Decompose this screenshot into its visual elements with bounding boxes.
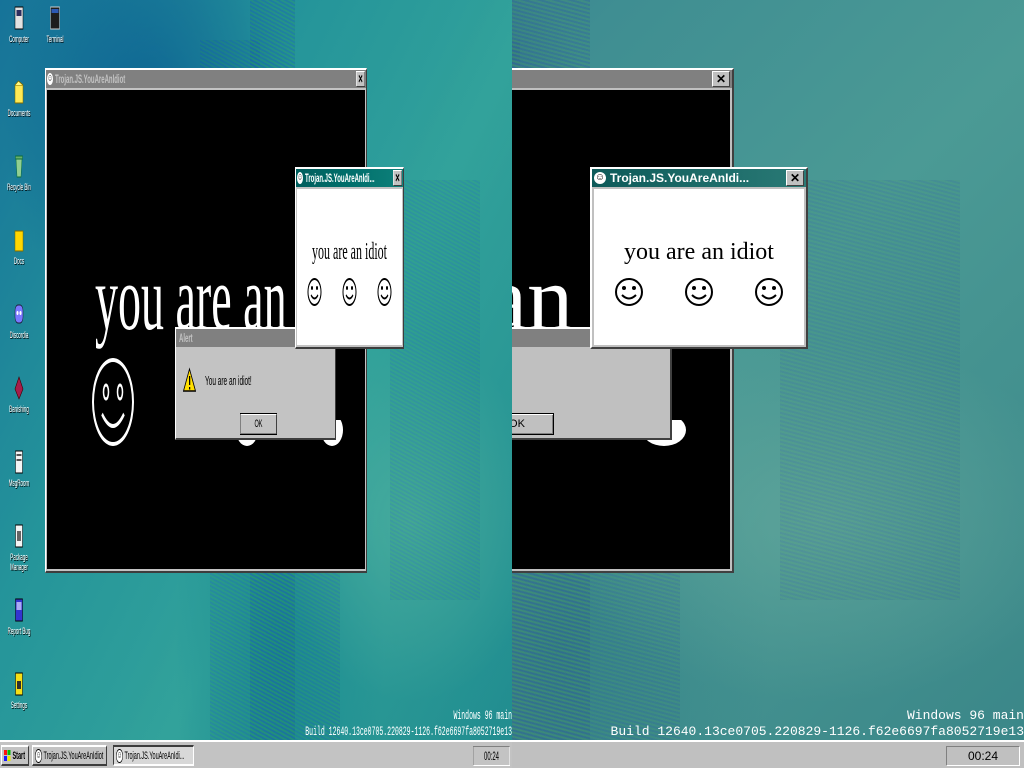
close-button[interactable]: ✕ xyxy=(786,170,804,186)
recycle-bin-icon xyxy=(13,152,25,180)
msgroom-icon xyxy=(13,448,25,476)
close-button[interactable]: ✕ xyxy=(393,170,402,186)
big-window-title: Trojan.JS.YouAreAnIdiot xyxy=(55,72,126,86)
smiley-icon xyxy=(755,278,783,306)
smiley-icon xyxy=(307,278,322,306)
start-button[interactable]: Start xyxy=(1,745,29,766)
big-smiley-icon xyxy=(92,358,134,446)
smiley-icon: ☺ xyxy=(47,73,53,85)
smiley-icon xyxy=(615,278,643,306)
desktop-icon-docs[interactable]: Docs xyxy=(2,226,36,266)
start-label: Start xyxy=(12,749,26,762)
small-window-content: you are an idiot xyxy=(297,189,402,345)
taskbar-button-small-window[interactable]: ☺ Trojan.JS.YouAreAnIdi... xyxy=(113,745,194,766)
computer-icon xyxy=(13,4,25,32)
banishing-icon xyxy=(13,374,25,402)
taskbar-label: Trojan.JS.YouAreAnIdi... xyxy=(124,749,185,762)
big-window-titlebar[interactable]: ☺ Trojan.JS.YouAreAnIdiot ✕ xyxy=(46,70,366,88)
big-window-title: Trojan.JS.YouAreAnIdiot xyxy=(512,72,712,86)
alert-message: You are an idiot! xyxy=(205,373,252,388)
screen-layer: Computer Terminal Documents Recycle Bin … xyxy=(512,0,1024,768)
desktop-icon-terminal[interactable]: Terminal xyxy=(38,4,72,44)
taskbar: Start ☺ Trojan.JS.YouAreAnIdiot ☺ Trojan… xyxy=(0,740,512,768)
smiley-row xyxy=(594,277,804,307)
close-icon: ✕ xyxy=(394,171,401,185)
smiley-icon: ☺ xyxy=(35,748,42,763)
close-icon: ✕ xyxy=(357,72,364,86)
ok-button[interactable]: OK xyxy=(240,413,277,435)
ok-button[interactable]: OK xyxy=(512,413,554,435)
warning-icon xyxy=(183,367,196,392)
small-window-titlebar[interactable]: ☺ Trojan.JS.YouAreAnIdi... ✕ xyxy=(592,169,806,187)
desktop-icon-discordia[interactable]: Discordia xyxy=(2,300,36,340)
screen-right-half: Computer Terminal Documents Recycle Bin … xyxy=(512,0,1024,768)
idiot-small-window[interactable]: ☺ Trojan.JS.YouAreAnIdi... ✕ you are an … xyxy=(590,167,808,349)
smiley-row xyxy=(297,277,402,307)
start-logo-icon xyxy=(4,749,11,761)
build-line-1: Windows 96 main xyxy=(453,708,512,723)
smiley-icon xyxy=(377,278,392,306)
small-idiot-text: you are an idiot xyxy=(312,239,387,265)
desktop-icon-msgroom[interactable]: MsgRoom xyxy=(2,448,36,488)
small-window-title: Trojan.JS.YouAreAnIdi... xyxy=(305,171,375,185)
report-bug-icon xyxy=(13,596,25,624)
build-line-2: Build 12640.13ce0705.220829-1126.f62e669… xyxy=(305,724,512,739)
small-window-title: Trojan.JS.YouAreAnIdi... xyxy=(610,171,750,185)
smiley-icon xyxy=(685,278,713,306)
big-window-titlebar[interactable]: ☺ Trojan.JS.YouAreAnIdiot ✕ xyxy=(512,70,732,88)
build-line-1: Windows 96 main xyxy=(906,708,1024,723)
desktop-icon-recycle-bin[interactable]: Recycle Bin xyxy=(2,152,36,192)
idiot-small-window[interactable]: ☺ Trojan.JS.YouAreAnIdi... ✕ you are an … xyxy=(295,167,404,349)
desktop-icon-package-manager[interactable]: Package Manager xyxy=(2,522,36,572)
desktop-icon-settings[interactable]: Settings xyxy=(2,670,36,710)
desktop-icon-report-bug[interactable]: Report Bug xyxy=(2,596,36,636)
desktop-icon-documents[interactable]: Documents xyxy=(2,78,36,118)
terminal-icon xyxy=(49,4,61,32)
smiley-icon: ☺ xyxy=(594,172,606,184)
build-line-2: Build 12640.13ce0705.220829-1126.f62e669… xyxy=(610,724,1024,739)
taskbar-clock: 00:24 xyxy=(473,746,510,766)
folder-icon xyxy=(13,226,25,254)
close-button[interactable]: ✕ xyxy=(712,71,730,87)
small-idiot-text: you are an idiot xyxy=(624,239,774,265)
small-window-content: you are an idiot xyxy=(594,189,804,345)
documents-icon xyxy=(13,78,25,106)
package-manager-icon xyxy=(13,522,25,550)
desktop-icon-banishing[interactable]: Banishing xyxy=(2,374,36,414)
screen-layer: Computer Terminal Documents Recycle Bin … xyxy=(0,0,512,768)
close-icon: ✕ xyxy=(789,171,801,185)
taskbar-button-big-window[interactable]: ☺ Trojan.JS.YouAreAnIdiot xyxy=(32,745,107,766)
screen-left-half: Computer Terminal Documents Recycle Bin … xyxy=(0,0,512,768)
taskbar-label: Trojan.JS.YouAreAnIdiot xyxy=(43,749,104,762)
smiley-icon: ☺ xyxy=(116,748,123,763)
close-icon: ✕ xyxy=(715,72,727,86)
smiley-icon xyxy=(342,278,357,306)
small-window-titlebar[interactable]: ☺ Trojan.JS.YouAreAnIdi... ✕ xyxy=(296,169,403,187)
settings-icon xyxy=(13,670,25,698)
close-button[interactable]: ✕ xyxy=(356,71,365,87)
smiley-icon: ☺ xyxy=(297,172,303,184)
discord-icon xyxy=(13,300,25,328)
desktop-icon-computer[interactable]: Computer xyxy=(2,4,36,44)
taskbar-clock: 00:24 xyxy=(946,746,1020,766)
taskbar: Start ☺ Trojan.JS.YouAreAnIdiot ☺ Trojan… xyxy=(512,740,1024,768)
